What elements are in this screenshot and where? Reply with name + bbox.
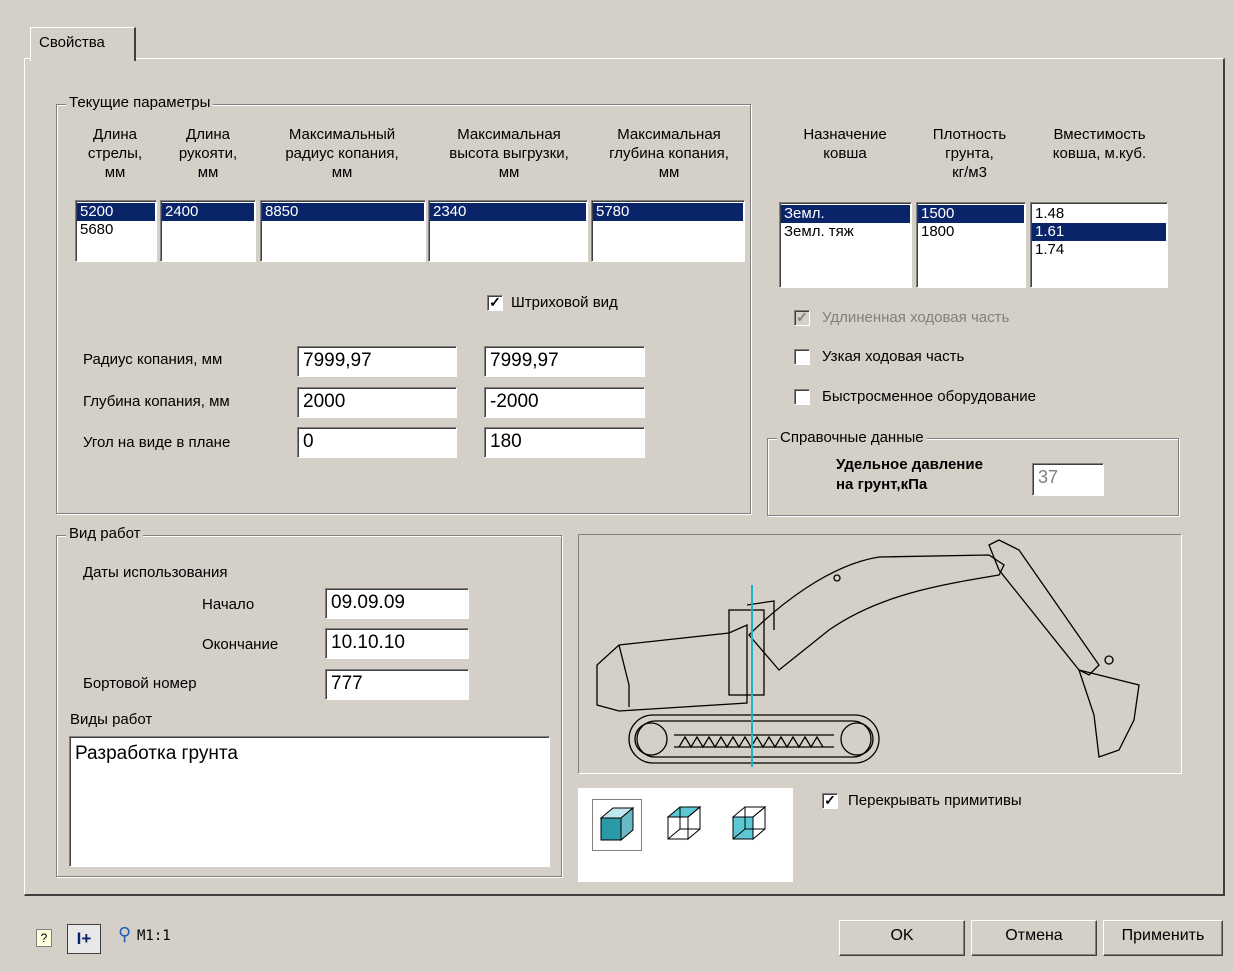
list-item[interactable]: 2400 [162, 203, 254, 221]
dig-depth-input-2[interactable]: -2000 [484, 387, 645, 418]
ok-button[interactable]: OK [839, 920, 965, 956]
list-item[interactable]: Земл. тяж [781, 223, 910, 241]
excavator-drawing [596, 539, 1140, 767]
tab-label: Свойства [39, 34, 105, 51]
max-dig-depth-list[interactable]: 5780 [591, 200, 745, 262]
quick-change-label: Быстросменное оборудование [822, 388, 1036, 405]
narrow-undercarriage-label: Узкая ходовая часть [822, 348, 965, 365]
hatch-view-checkbox[interactable]: ✓ [487, 295, 503, 311]
list-item[interactable]: 5680 [77, 221, 155, 239]
wire-cube-icon [666, 805, 702, 841]
bucket-capacity-header: Вместимость ковша, м.куб. [1052, 126, 1147, 162]
view-solid-button[interactable] [592, 799, 642, 851]
plan-angle-label: Угол на виде в плане [83, 434, 231, 451]
work-types-textarea[interactable]: Разработка грунта [69, 736, 550, 867]
list-item[interactable]: 8850 [262, 203, 424, 221]
max-dig-radius-header: Максимальный радиус копания, мм [285, 126, 399, 181]
narrow-undercarriage-checkbox[interactable] [794, 349, 810, 365]
plan-angle-input-2[interactable]: 180 [484, 427, 645, 458]
hatch-view-label: Штриховой вид [511, 294, 618, 311]
extended-undercarriage-label: Удлиненная ходовая часть [822, 309, 1010, 326]
view-shaded-button[interactable] [725, 799, 773, 851]
handle-length-header: Длина рукояти, мм [178, 126, 238, 181]
overlap-primitives-label: Перекрывать примитивы [848, 792, 1022, 809]
board-number-label: Бортовой номер [83, 675, 197, 692]
max-dump-height-header: Максимальная высота выгрузки, мм [449, 126, 569, 181]
board-number-input[interactable]: 777 [325, 669, 469, 700]
pressure-input[interactable]: 37 [1032, 463, 1104, 496]
overlap-primitives-checkbox[interactable]: ✓ [822, 793, 838, 809]
view-mode-panel [578, 788, 793, 882]
list-item[interactable]: 5200 [77, 203, 155, 221]
list-item[interactable]: 1.74 [1032, 241, 1166, 259]
bucket-capacity-list[interactable]: 1.48 1.61 1.74 [1030, 202, 1168, 288]
preview-panel [578, 534, 1182, 774]
dig-depth-label: Глубина копания, мм [83, 393, 230, 410]
end-date-label: Окончание [202, 636, 279, 653]
boom-length-list[interactable]: 5200 5680 [75, 200, 157, 262]
scale-label: M1:1 [137, 928, 171, 944]
dig-depth-input-1[interactable]: 2000 [297, 387, 457, 418]
list-item[interactable]: 1800 [918, 223, 1024, 241]
extended-undercarriage-checkbox[interactable]: ✓ [794, 310, 810, 326]
apply-button[interactable]: Применить [1103, 920, 1223, 956]
list-item[interactable]: 2340 [430, 203, 586, 221]
help-icon[interactable]: ? [36, 929, 52, 947]
view-wire-button[interactable] [660, 799, 708, 851]
pressure-label: Удельное давление на грунт,кПа [836, 456, 983, 493]
shaded-cube-icon [731, 805, 767, 841]
list-item[interactable]: 1.48 [1032, 205, 1166, 223]
start-date-label: Начало [202, 596, 255, 613]
plan-angle-input-1[interactable]: 0 [297, 427, 457, 458]
list-item[interactable]: 5780 [593, 203, 743, 221]
start-date-input[interactable]: 09.09.09 [325, 588, 469, 619]
boom-length-header: Длина стрелы, мм [87, 126, 143, 181]
quick-change-checkbox[interactable] [794, 389, 810, 405]
dig-radius-label: Радиус копания, мм [83, 351, 223, 368]
cancel-button[interactable]: Отмена [971, 920, 1097, 956]
max-dig-depth-header: Максимальная глубина копания, мм [609, 126, 729, 181]
list-item[interactable]: 1.61 [1032, 223, 1166, 241]
list-item[interactable]: Земл. [781, 205, 910, 223]
bucket-purpose-header: Назначение ковша [803, 126, 887, 162]
max-dig-radius-list[interactable]: 8850 [260, 200, 426, 262]
current-params-legend: Текущие параметры [66, 94, 214, 111]
dig-radius-input-1[interactable]: 7999,97 [297, 346, 457, 377]
solid-cube-icon [599, 806, 635, 842]
bucket-purpose-list[interactable]: Земл. Земл. тяж [779, 202, 912, 288]
list-item[interactable]: 1500 [918, 205, 1024, 223]
tab-properties[interactable]: Свойства [30, 27, 136, 61]
zoom-icon[interactable]: ⚲ [118, 924, 131, 945]
handle-length-list[interactable]: 2400 [160, 200, 256, 262]
reference-legend: Справочные данные [777, 429, 927, 446]
usage-dates-label: Даты использования [83, 564, 228, 581]
soil-density-list[interactable]: 1500 1800 [916, 202, 1026, 288]
work-types-label: Виды работ [70, 711, 153, 728]
max-dump-height-list[interactable]: 2340 [428, 200, 588, 262]
dig-radius-input-2[interactable]: 7999,97 [484, 346, 645, 377]
end-date-input[interactable]: 10.10.10 [325, 628, 469, 659]
snap-icon[interactable]: I+ [67, 924, 101, 954]
soil-density-header: Плотность грунта, кг/м3 [932, 126, 1007, 181]
work-legend: Вид работ [66, 525, 144, 542]
